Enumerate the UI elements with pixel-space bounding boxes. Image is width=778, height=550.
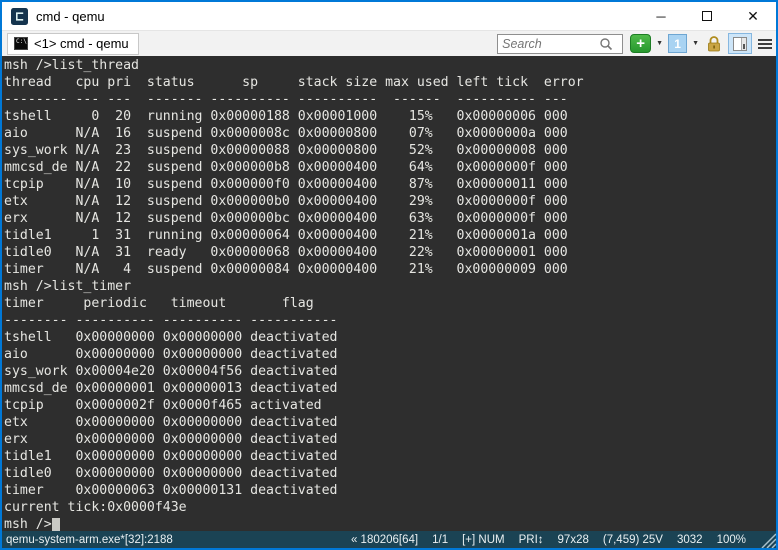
terminal-line: tidle1 0x00000000 0x00000000 deactivated [4, 448, 776, 465]
new-console-dropdown-icon[interactable]: ▼ [651, 40, 668, 47]
status-segment: (7,459) 25V [603, 534, 663, 546]
active-console-button[interactable]: 1 [668, 34, 687, 53]
terminal-line: erx 0x00000000 0x00000000 deactivated [4, 431, 776, 448]
cmd-prompt-icon: C:\. [14, 37, 28, 50]
resize-grip[interactable] [754, 531, 776, 548]
terminal-line: mmcsd_de N/A 22 suspend 0x000000b8 0x000… [4, 159, 776, 176]
terminal-line: etx 0x00000000 0x00000000 deactivated [4, 414, 776, 431]
conemu-app-icon [11, 8, 28, 25]
minimize-button[interactable]: ─ [638, 2, 684, 30]
terminal-output[interactable]: msh />list_threadthread cpu pri status s… [2, 56, 776, 531]
panel-view-icon [733, 37, 747, 51]
terminal-line: erx N/A 12 suspend 0x000000bc 0x00000400… [4, 210, 776, 227]
terminal-line: tidle1 1 31 running 0x00000064 0x0000040… [4, 227, 776, 244]
search-icon[interactable] [598, 36, 614, 52]
status-bar: qemu-system-arm.exe*[32]:2188 « 180206[6… [2, 531, 776, 548]
menu-icon-bar [758, 47, 772, 49]
terminal-line: tshell 0 20 running 0x00000188 0x0000100… [4, 108, 776, 125]
terminal-line: thread cpu pri status sp stack size max … [4, 74, 776, 91]
tab-cmd-qemu[interactable]: C:\. <1> cmd - qemu [7, 33, 139, 55]
terminal-line: -------- --- --- ------- ---------- ----… [4, 91, 776, 108]
terminal-line: tidle0 N/A 31 ready 0x00000068 0x0000040… [4, 244, 776, 261]
terminal-line: sys_work 0x00004e20 0x00004f56 deactivat… [4, 363, 776, 380]
terminal-line: msh />list_thread [4, 57, 776, 74]
terminal-cursor [52, 518, 60, 532]
terminal-line: -------- ---------- ---------- ---------… [4, 312, 776, 329]
terminal-line: timer N/A 4 suspend 0x00000084 0x0000040… [4, 261, 776, 278]
shell-prompt: msh /> [4, 516, 52, 531]
window-title: cmd - qemu [36, 9, 105, 24]
status-segment: 100% [717, 534, 746, 546]
maximize-button[interactable] [684, 2, 730, 30]
tab-label: <1> cmd - qemu [34, 36, 129, 51]
status-segment: PRI↕ [519, 534, 544, 546]
terminal-line: aio 0x00000000 0x00000000 deactivated [4, 346, 776, 363]
new-console-button[interactable]: + [630, 34, 651, 53]
terminal-line: mmcsd_de 0x00000001 0x00000013 deactivat… [4, 380, 776, 397]
terminal-line: timer 0x00000063 0x00000131 deactivated [4, 482, 776, 499]
status-segment: 97x28 [558, 534, 589, 546]
main-menu-button[interactable] [756, 34, 774, 54]
status-segment: 3032 [677, 534, 703, 546]
menu-icon [758, 39, 772, 41]
terminal-line: tshell 0x00000000 0x00000000 deactivated [4, 329, 776, 346]
terminal-lines: msh />list_threadthread cpu pri status s… [4, 57, 776, 516]
terminal-line: sys_work N/A 23 suspend 0x00000088 0x000… [4, 142, 776, 159]
status-segments: « 180206[64] 1/1 [+] NUM PRI↕ 97x28 (7,459) 2… [351, 534, 746, 546]
status-process-info: qemu-system-arm.exe*[32]:2188 [6, 534, 173, 546]
terminal-line: etx N/A 12 suspend 0x000000b0 0x00000400… [4, 193, 776, 210]
terminal-line: current tick:0x0000f43e [4, 499, 776, 516]
conemu-window: cmd - qemu ─ ✕ C:\. <1> cmd - qemu + ▼ 1… [0, 0, 778, 550]
terminal-line: tcpip N/A 10 suspend 0x000000f0 0x000004… [4, 176, 776, 193]
title-bar[interactable]: cmd - qemu ─ ✕ [2, 2, 776, 30]
panel-view-toggle-button[interactable] [728, 33, 752, 54]
tab-bar: C:\. <1> cmd - qemu + ▼ 1 ▼ [2, 30, 776, 56]
lock-icon[interactable] [704, 34, 724, 54]
search-box [497, 34, 623, 54]
shell-prompt-line: msh /> [4, 516, 776, 531]
search-input[interactable] [498, 36, 598, 52]
terminal-line: aio N/A 16 suspend 0x0000008c 0x00000800… [4, 125, 776, 142]
close-button[interactable]: ✕ [730, 2, 776, 30]
status-segment: 1/1 [432, 534, 448, 546]
status-segment: « 180206[64] [351, 534, 418, 546]
terminal-line: msh />list_timer [4, 278, 776, 295]
status-segment: [+] NUM [462, 534, 505, 546]
terminal-line: timer periodic timeout flag [4, 295, 776, 312]
console-list-dropdown-icon[interactable]: ▼ [687, 40, 704, 47]
terminal-line: tcpip 0x0000002f 0x0000f465 activated [4, 397, 776, 414]
menu-icon-bar [758, 43, 772, 45]
maximize-icon [702, 11, 712, 21]
terminal-line: tidle0 0x00000000 0x00000000 deactivated [4, 465, 776, 482]
